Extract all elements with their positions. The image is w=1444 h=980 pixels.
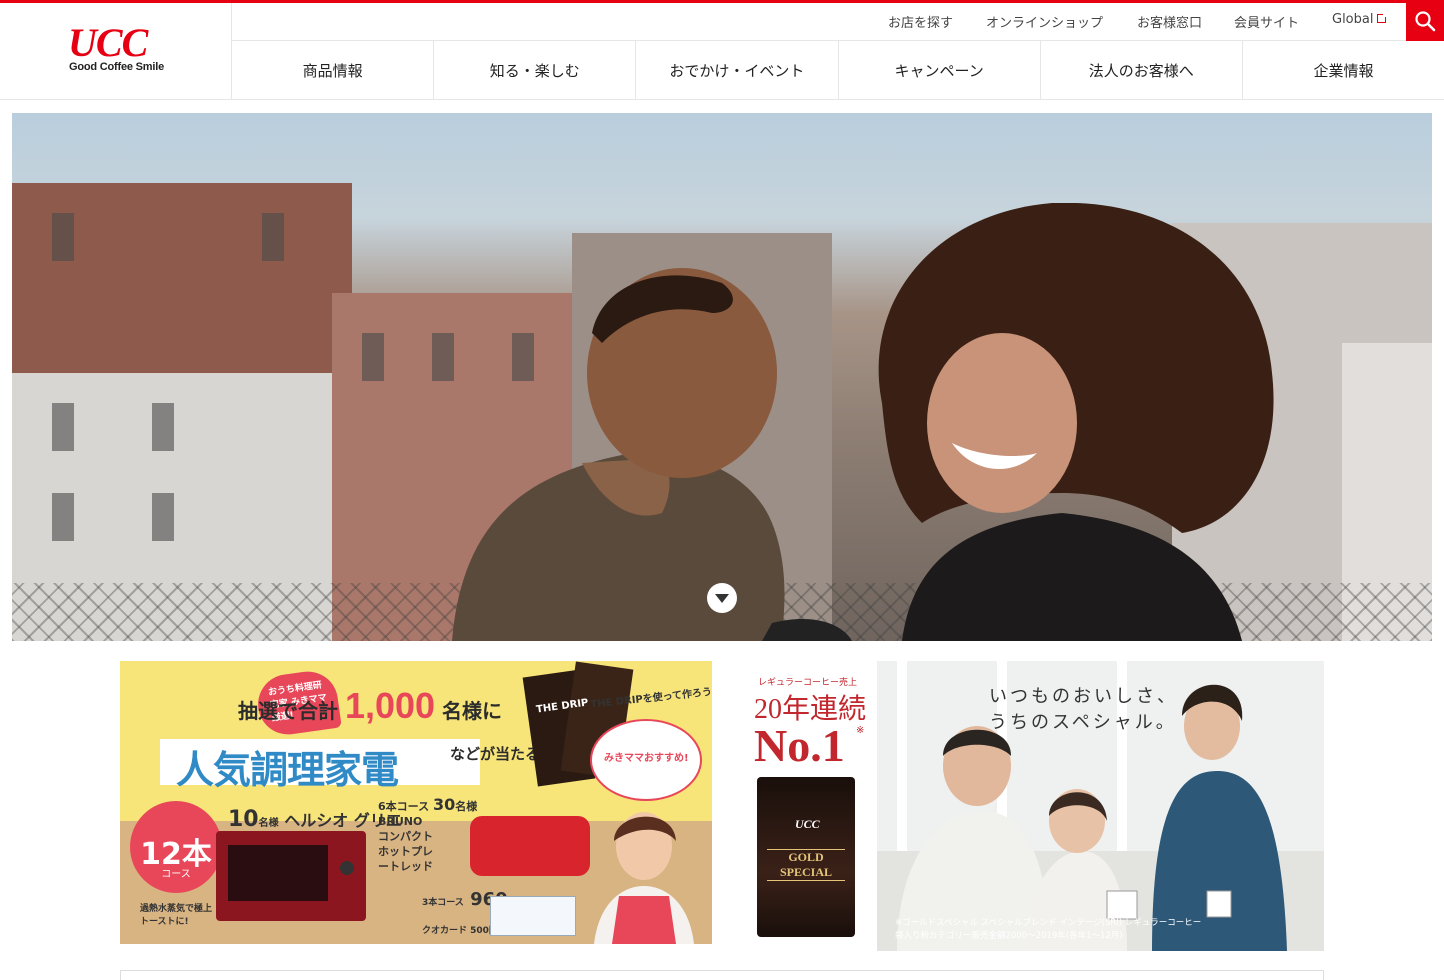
scroll-down-button[interactable] bbox=[707, 583, 737, 613]
logo-mark: UCC bbox=[68, 20, 148, 65]
prize2-label: 6本コース 30名様 BRUNO コンパクトホットプレートレッド bbox=[378, 795, 478, 874]
site-header: UCC Good Coffee Smile お店を探す オンラインショップ お客… bbox=[0, 3, 1444, 100]
campaign-main: 人気調理家電 bbox=[176, 748, 399, 792]
search-button[interactable] bbox=[1406, 3, 1444, 41]
util-link-member[interactable]: 会員サイト bbox=[1234, 12, 1299, 31]
no1-mark: ※ bbox=[856, 725, 865, 736]
global-label: Global bbox=[1332, 12, 1374, 27]
nav-corporate[interactable]: 企業情報 bbox=[1243, 41, 1444, 100]
hero-man bbox=[452, 268, 852, 641]
nav-products[interactable]: 商品情報 bbox=[232, 41, 435, 100]
no1-banner[interactable]: レギュラーコーヒー売上 20年連続 No.1 ※ UCC GOLD SPECIA… bbox=[752, 661, 868, 944]
hero-image bbox=[12, 113, 1432, 641]
external-link-icon bbox=[1377, 11, 1390, 23]
global-nav: 商品情報 知る・楽しむ おでかけ・イベント キャンペーン 法人のお客様へ 企業情… bbox=[232, 41, 1444, 100]
campaign-headline: 抽選で合計 1,000 名様に bbox=[238, 685, 503, 726]
nav-learn-enjoy[interactable]: 知る・楽しむ bbox=[434, 41, 637, 100]
content-box-top bbox=[120, 970, 1324, 980]
prize-12-badge: 12本 コース bbox=[130, 801, 222, 893]
family-copy: いつものおいしさ、 うちのスペシャル。 bbox=[989, 686, 1178, 732]
gold-special-bag: UCC GOLD SPECIAL bbox=[757, 777, 855, 937]
hotplate-image bbox=[470, 816, 590, 876]
prize1-label: 10名様 ヘルシオ グリエ bbox=[228, 807, 402, 832]
mikimama-photo bbox=[594, 812, 694, 944]
util-link-store[interactable]: お店を探す bbox=[888, 12, 953, 31]
nav-campaign[interactable]: キャンペーン bbox=[839, 41, 1041, 100]
nav-business[interactable]: 法人のお客様へ bbox=[1041, 41, 1243, 100]
ucc-logo[interactable]: UCC Good Coffee Smile bbox=[0, 3, 232, 100]
utility-nav: お店を探す オンラインショップ お客様窓口 会員サイト Global bbox=[232, 3, 1444, 41]
logo-tagline: Good Coffee Smile bbox=[69, 61, 164, 73]
family-footnote: ※ゴールドスペシャル スペシャルブレンド インテージ(SRI) レギュラーコーヒ… bbox=[895, 918, 1202, 941]
hero-woman bbox=[878, 203, 1274, 641]
campaign-banner[interactable]: おうち料理研究家 みきママ厳選! 抽選で合計 1,000 名様に 人気調理家電 … bbox=[120, 661, 712, 944]
no1-rank: No.1 bbox=[754, 720, 845, 771]
util-link-global[interactable]: Global bbox=[1332, 11, 1390, 27]
family-banner[interactable]: いつものおいしさ、 うちのスペシャル。 ※ゴールドスペシャル スペシャルブレンド… bbox=[877, 661, 1324, 951]
quo-card-image bbox=[490, 896, 576, 936]
util-link-online-shop[interactable]: オンラインショップ bbox=[986, 12, 1103, 31]
oven-image bbox=[216, 831, 366, 921]
util-link-support[interactable]: お客様窓口 bbox=[1137, 12, 1202, 31]
search-icon bbox=[1415, 11, 1436, 32]
nav-events[interactable]: おでかけ・イベント bbox=[636, 41, 839, 100]
recommend-balloon: みきママおすすめ! bbox=[590, 719, 702, 801]
